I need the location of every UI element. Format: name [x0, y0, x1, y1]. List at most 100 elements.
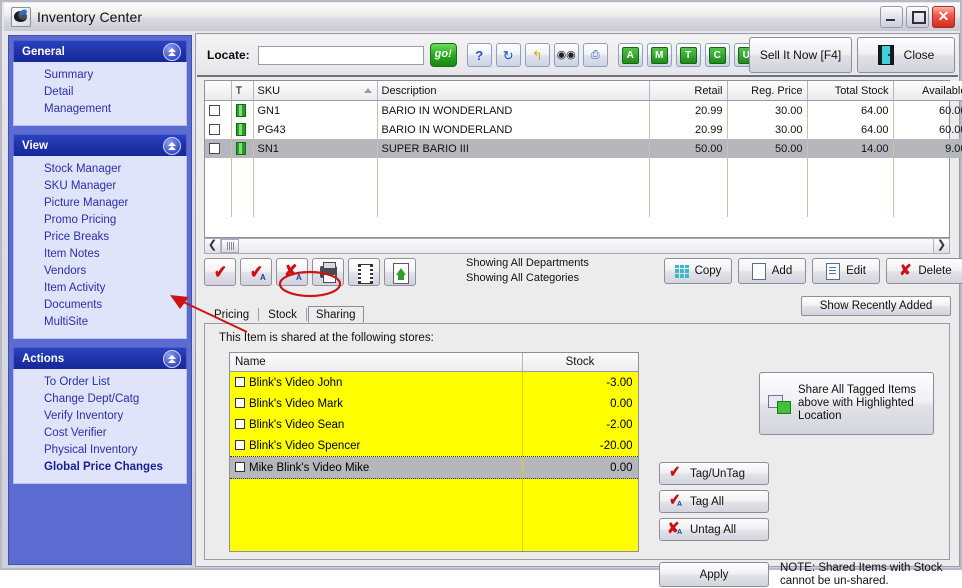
store-checkbox[interactable] — [235, 376, 245, 387]
chevron-up-icon[interactable] — [163, 350, 181, 368]
sidebar-item-multisite[interactable]: MultiSite — [14, 313, 186, 330]
store-row[interactable]: Blink's Video Spencer -20.00 — [230, 435, 638, 457]
column-header-reg-price[interactable]: Reg. Price — [727, 81, 808, 101]
column-header-sku[interactable]: SKU — [253, 81, 378, 101]
scroll-left-icon[interactable]: ❮ — [205, 239, 221, 253]
sidebar-item-stock-manager[interactable]: Stock Manager — [14, 160, 186, 177]
sidebar-item-promo-pricing[interactable]: Promo Pricing — [14, 211, 186, 228]
export-button[interactable] — [384, 258, 416, 286]
table-row-selected[interactable]: SN1 SUPER BARIO III 50.00 50.00 14.00 9.… — [205, 139, 962, 158]
print-button[interactable] — [312, 258, 344, 286]
go-button[interactable]: go! — [429, 43, 457, 67]
column-header-available[interactable]: Available — [893, 81, 962, 101]
sidebar-item-change-dept-catg[interactable]: Change Dept/Catg — [14, 390, 186, 407]
sidebar-item-physical-inventory[interactable]: Physical Inventory — [14, 441, 186, 458]
binoculars-icon[interactable]: ◉◉ — [553, 43, 579, 67]
tab-sharing[interactable]: Sharing — [307, 306, 364, 323]
sidebar-item-picture-manager[interactable]: Picture Manager — [14, 194, 186, 211]
store-name-cell[interactable]: Mike Blink's Video Mike — [230, 456, 523, 479]
store-row[interactable]: Blink's Video Mark 0.00 — [230, 393, 638, 414]
sidebar-item-management[interactable]: Management — [14, 100, 186, 117]
column-header-name[interactable]: Name — [230, 353, 523, 372]
chevron-up-icon[interactable] — [163, 137, 181, 155]
table-row[interactable]: PG43 BARIO IN WONDERLAND 20.99 30.00 64.… — [205, 120, 962, 139]
untag-all-button[interactable]: ✘ A — [276, 258, 308, 286]
copy-button[interactable]: Copy — [664, 258, 732, 284]
refresh-icon[interactable]: ↻ — [495, 43, 521, 67]
minimize-button[interactable] — [880, 6, 903, 28]
tag-all-button[interactable]: ✔ A Tag All — [659, 490, 769, 513]
table-row[interactable]: GN1 BARIO IN WONDERLAND 20.99 30.00 64.0… — [205, 100, 962, 120]
column-header-description[interactable]: Description — [377, 81, 650, 101]
scroll-right-icon[interactable]: ❯ — [933, 239, 949, 253]
store-name-cell[interactable]: Blink's Video Sean — [230, 414, 523, 435]
filter-button-a[interactable]: A — [617, 43, 643, 67]
column-header-t[interactable]: T — [231, 81, 254, 101]
column-header-stock[interactable]: Stock — [522, 353, 638, 372]
store-checkbox[interactable] — [235, 397, 245, 408]
store-row[interactable]: Blink's Video Sean -2.00 — [230, 414, 638, 435]
scrollbar-thumb[interactable] — [221, 239, 239, 253]
sidebar-item-to-order-list[interactable]: To Order List — [14, 373, 186, 390]
row-checkbox[interactable] — [209, 143, 220, 155]
store-row[interactable]: Blink's Video John -3.00 — [230, 371, 638, 393]
store-checkbox[interactable] — [235, 418, 245, 429]
edit-button[interactable]: Edit — [812, 258, 880, 284]
delete-button[interactable]: ✘ Delete — [886, 258, 962, 284]
sidebar-item-sku-manager[interactable]: SKU Manager — [14, 177, 186, 194]
column-header-retail[interactable]: Retail — [649, 81, 728, 101]
panel-header-general[interactable]: General — [13, 40, 187, 62]
sidebar-item-item-notes[interactable]: Item Notes — [14, 245, 186, 262]
store-checkbox[interactable] — [235, 439, 245, 450]
sidebar-item-documents[interactable]: Documents — [14, 296, 186, 313]
tag-all-button[interactable]: ✔ A — [240, 258, 272, 286]
store-row-selected[interactable]: Mike Blink's Video Mike 0.00 — [230, 456, 638, 479]
sidebar-item-detail[interactable]: Detail — [14, 83, 186, 100]
tab-stock[interactable]: Stock — [260, 306, 305, 323]
sidebar-item-verify-inventory[interactable]: Verify Inventory — [14, 407, 186, 424]
sidebar-item-cost-verifier[interactable]: Cost Verifier — [14, 424, 186, 441]
add-button[interactable]: Add — [738, 258, 806, 284]
column-header-total-stock[interactable]: Total Stock — [807, 81, 894, 101]
cell-empty — [893, 177, 962, 217]
store-name-cell[interactable]: Blink's Video Spencer — [230, 435, 523, 457]
panel-header-view[interactable]: View — [13, 134, 187, 156]
sidebar-item-global-price-changes[interactable]: Global Price Changes — [14, 458, 186, 475]
shared-stores-grid[interactable]: Name Stock Blink's Video John -3.00 Blin… — [229, 352, 639, 552]
share-all-tagged-button[interactable]: Share All Tagged Items above with Highli… — [759, 372, 934, 435]
help-icon[interactable]: ? — [466, 43, 492, 67]
sidebar-item-summary[interactable]: Summary — [14, 66, 186, 83]
chevron-up-icon[interactable] — [163, 43, 181, 61]
preview-icon[interactable]: ⎙ — [582, 43, 608, 67]
untag-all-button[interactable]: ✘ A Untag All — [659, 518, 769, 541]
store-name-cell[interactable]: Blink's Video John — [230, 371, 523, 393]
sidebar-item-vendors[interactable]: Vendors — [14, 262, 186, 279]
close-window-button[interactable]: ✕ — [932, 6, 955, 28]
close-button[interactable]: Close — [857, 37, 955, 73]
filter-button-t[interactable]: T — [675, 43, 701, 67]
grid-horizontal-scrollbar[interactable]: ❮ ❯ — [204, 238, 950, 254]
filter-button-m[interactable]: M — [646, 43, 672, 67]
apply-button[interactable]: Apply — [659, 562, 769, 587]
sidebar-item-price-breaks[interactable]: Price Breaks — [14, 228, 186, 245]
maximize-button[interactable] — [906, 6, 929, 28]
filter-button-c[interactable]: C — [704, 43, 730, 67]
sidebar-item-item-activity[interactable]: Item Activity — [14, 279, 186, 296]
locate-input[interactable] — [257, 45, 424, 65]
row-checkbox-cell[interactable] — [205, 100, 232, 120]
tag-untag-button[interactable]: ✔ Tag/UnTag — [659, 462, 769, 485]
row-checkbox[interactable] — [209, 124, 220, 136]
panel-header-actions[interactable]: Actions — [13, 347, 187, 369]
jump-icon[interactable]: ↰ — [524, 43, 550, 67]
row-checkbox-cell[interactable] — [205, 139, 232, 158]
row-checkbox[interactable] — [209, 105, 220, 117]
list-view-button[interactable] — [348, 258, 380, 286]
inventory-grid[interactable]: T SKU Description Retail Reg. Price Tota… — [204, 80, 962, 238]
column-header-check[interactable] — [205, 81, 232, 101]
store-name-cell[interactable]: Blink's Video Mark — [230, 393, 523, 414]
tab-pricing[interactable]: Pricing — [206, 306, 257, 323]
row-checkbox-cell[interactable] — [205, 120, 232, 139]
store-checkbox[interactable] — [235, 461, 245, 472]
sell-it-now-button[interactable]: Sell It Now [F4] — [749, 37, 852, 73]
tag-button[interactable]: ✔ — [204, 258, 236, 286]
